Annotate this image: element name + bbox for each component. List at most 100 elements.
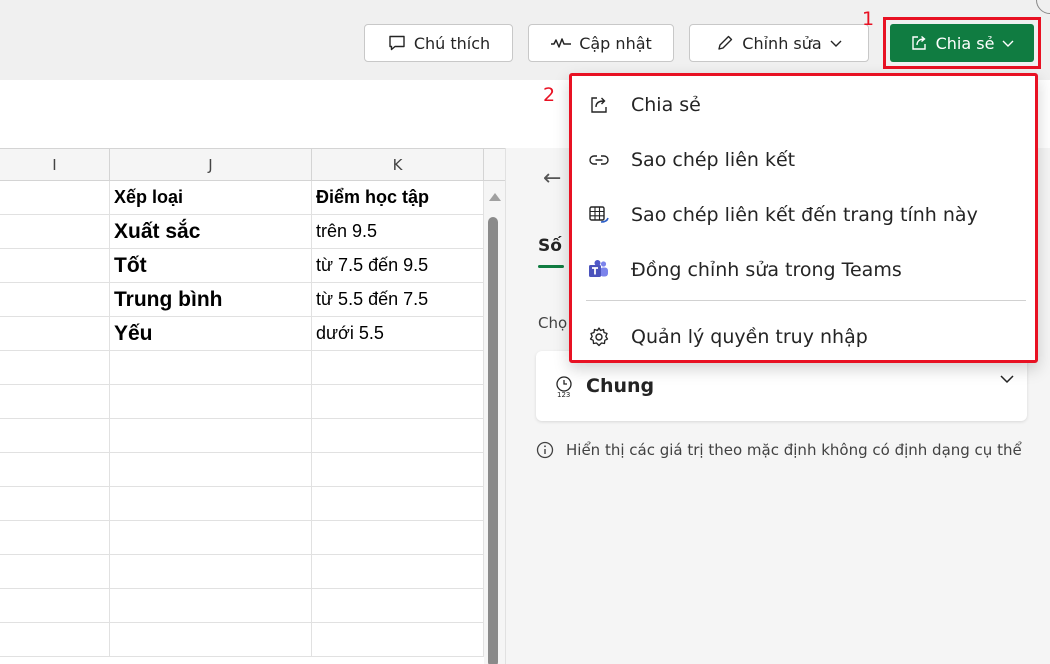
cell[interactable] — [110, 589, 312, 622]
cell[interactable] — [0, 249, 110, 282]
column-header-k[interactable]: K — [312, 149, 484, 181]
cell[interactable] — [110, 487, 312, 520]
cell[interactable] — [0, 283, 110, 316]
info-icon — [536, 441, 554, 459]
table-row: Yếu dưới 5.5 — [0, 317, 484, 351]
format-info-text: Hiển thị các giá trị theo mặc định không… — [566, 441, 1022, 459]
table-row — [0, 385, 484, 419]
comment-button[interactable]: Chú thích — [364, 24, 513, 62]
cell[interactable] — [110, 351, 312, 384]
cell[interactable] — [0, 215, 110, 248]
cell[interactable] — [312, 555, 484, 588]
chevron-down-icon — [1002, 40, 1014, 47]
sheet-link-icon — [589, 206, 609, 223]
menu-item-label: Chia sẻ — [631, 94, 701, 116]
share-icon — [911, 35, 926, 50]
menu-item-share[interactable]: Chia sẻ — [572, 78, 1035, 132]
back-arrow-icon[interactable]: ← — [543, 166, 561, 191]
number-format-icon: 123 — [556, 376, 572, 398]
cell[interactable] — [0, 351, 110, 384]
cell[interactable] — [0, 385, 110, 418]
cell[interactable] — [0, 419, 110, 452]
comment-icon — [389, 35, 405, 51]
cell[interactable]: dưới 5.5 — [312, 317, 484, 350]
menu-item-copy-link[interactable]: Sao chép liên kết — [572, 133, 1035, 187]
scrollbar-thumb[interactable] — [488, 217, 498, 664]
edit-button-label: Chỉnh sửa — [742, 33, 822, 53]
cell[interactable]: Yếu — [110, 317, 312, 350]
formula-bar[interactable] — [0, 80, 505, 148]
cell[interactable]: từ 5.5 đến 7.5 — [312, 283, 484, 316]
chevron-down-icon — [830, 40, 842, 47]
ribbon-toolbar: Chú thích Cập nhật Chỉnh sửa 1 Chia sẻ — [0, 0, 1050, 80]
cell[interactable] — [312, 589, 484, 622]
cell[interactable] — [110, 385, 312, 418]
cell[interactable] — [312, 623, 484, 656]
update-button[interactable]: Cập nhật — [528, 24, 674, 62]
spreadsheet-grid[interactable]: I J K Xếp loại Điểm học tập Xuất sắc trê… — [0, 148, 505, 664]
cell[interactable]: trên 9.5 — [312, 215, 484, 248]
cell[interactable] — [0, 487, 110, 520]
share-icon — [591, 97, 607, 113]
number-format-value: Chung — [586, 375, 655, 397]
table-row: Xuất sắc trên 9.5 — [0, 215, 484, 249]
menu-item-label: Quản lý quyền truy nhập — [631, 326, 868, 348]
share-highlight-box: Chia sẻ — [883, 17, 1041, 69]
tab-active-indicator — [538, 265, 564, 268]
table-row — [0, 589, 484, 623]
table-row: Tốt từ 7.5 đến 9.5 — [0, 249, 484, 283]
cell[interactable] — [312, 385, 484, 418]
menu-divider — [586, 300, 1026, 301]
menu-item-label: Sao chép liên kết đến trang tính này — [631, 204, 978, 226]
column-header-j[interactable]: J — [110, 149, 312, 181]
comment-button-label: Chú thích — [413, 33, 491, 53]
menu-item-copy-sheet-link[interactable]: Sao chép liên kết đến trang tính này — [572, 188, 1035, 242]
cell[interactable] — [110, 623, 312, 656]
cell[interactable]: Trung bình — [110, 283, 312, 316]
teams-icon — [589, 260, 608, 277]
link-icon — [589, 155, 609, 165]
cell[interactable] — [0, 623, 110, 656]
edit-mode-button[interactable]: Chỉnh sửa — [689, 24, 869, 62]
gear-icon — [589, 327, 609, 347]
cell[interactable]: Xuất sắc — [110, 215, 312, 248]
cell[interactable]: Tốt — [110, 249, 312, 282]
cell[interactable] — [0, 181, 110, 214]
table-row — [0, 521, 484, 555]
cell[interactable]: Xếp loại — [110, 181, 312, 214]
menu-item-label: Sao chép liên kết — [631, 149, 796, 171]
menu-item-coedit-teams[interactable]: Đồng chỉnh sửa trong Teams — [572, 243, 1035, 297]
update-button-label: Cập nhật — [579, 33, 652, 53]
table-row — [0, 419, 484, 453]
activity-icon — [551, 38, 572, 48]
cell[interactable] — [312, 351, 484, 384]
cell[interactable] — [312, 487, 484, 520]
scroll-up-arrow-icon[interactable] — [489, 193, 501, 201]
table-row — [0, 623, 484, 657]
table-row — [0, 555, 484, 589]
cell[interactable] — [312, 521, 484, 554]
cell[interactable]: Điểm học tập — [312, 181, 484, 214]
cell[interactable] — [110, 453, 312, 486]
cell[interactable] — [0, 589, 110, 622]
step-marker-1: 1 — [862, 8, 875, 30]
table-row: Xếp loại Điểm học tập — [0, 181, 484, 215]
cell[interactable] — [0, 555, 110, 588]
table-row — [0, 487, 484, 521]
cell[interactable] — [110, 555, 312, 588]
cell[interactable] — [110, 419, 312, 452]
tab-number[interactable]: Số — [538, 236, 562, 256]
cell[interactable] — [110, 521, 312, 554]
cell[interactable] — [312, 419, 484, 452]
vertical-scrollbar[interactable] — [484, 181, 505, 664]
cell[interactable]: từ 7.5 đến 9.5 — [312, 249, 484, 282]
menu-item-manage-access[interactable]: Quản lý quyền truy nhập — [572, 310, 1035, 364]
cell[interactable] — [0, 521, 110, 554]
share-button[interactable]: Chia sẻ — [890, 24, 1034, 62]
window-corner-decoration — [1036, 0, 1050, 14]
column-header-i[interactable]: I — [0, 149, 110, 181]
cell[interactable] — [0, 453, 110, 486]
chevron-down-icon — [1000, 375, 1014, 384]
cell[interactable] — [312, 453, 484, 486]
cell[interactable] — [0, 317, 110, 350]
